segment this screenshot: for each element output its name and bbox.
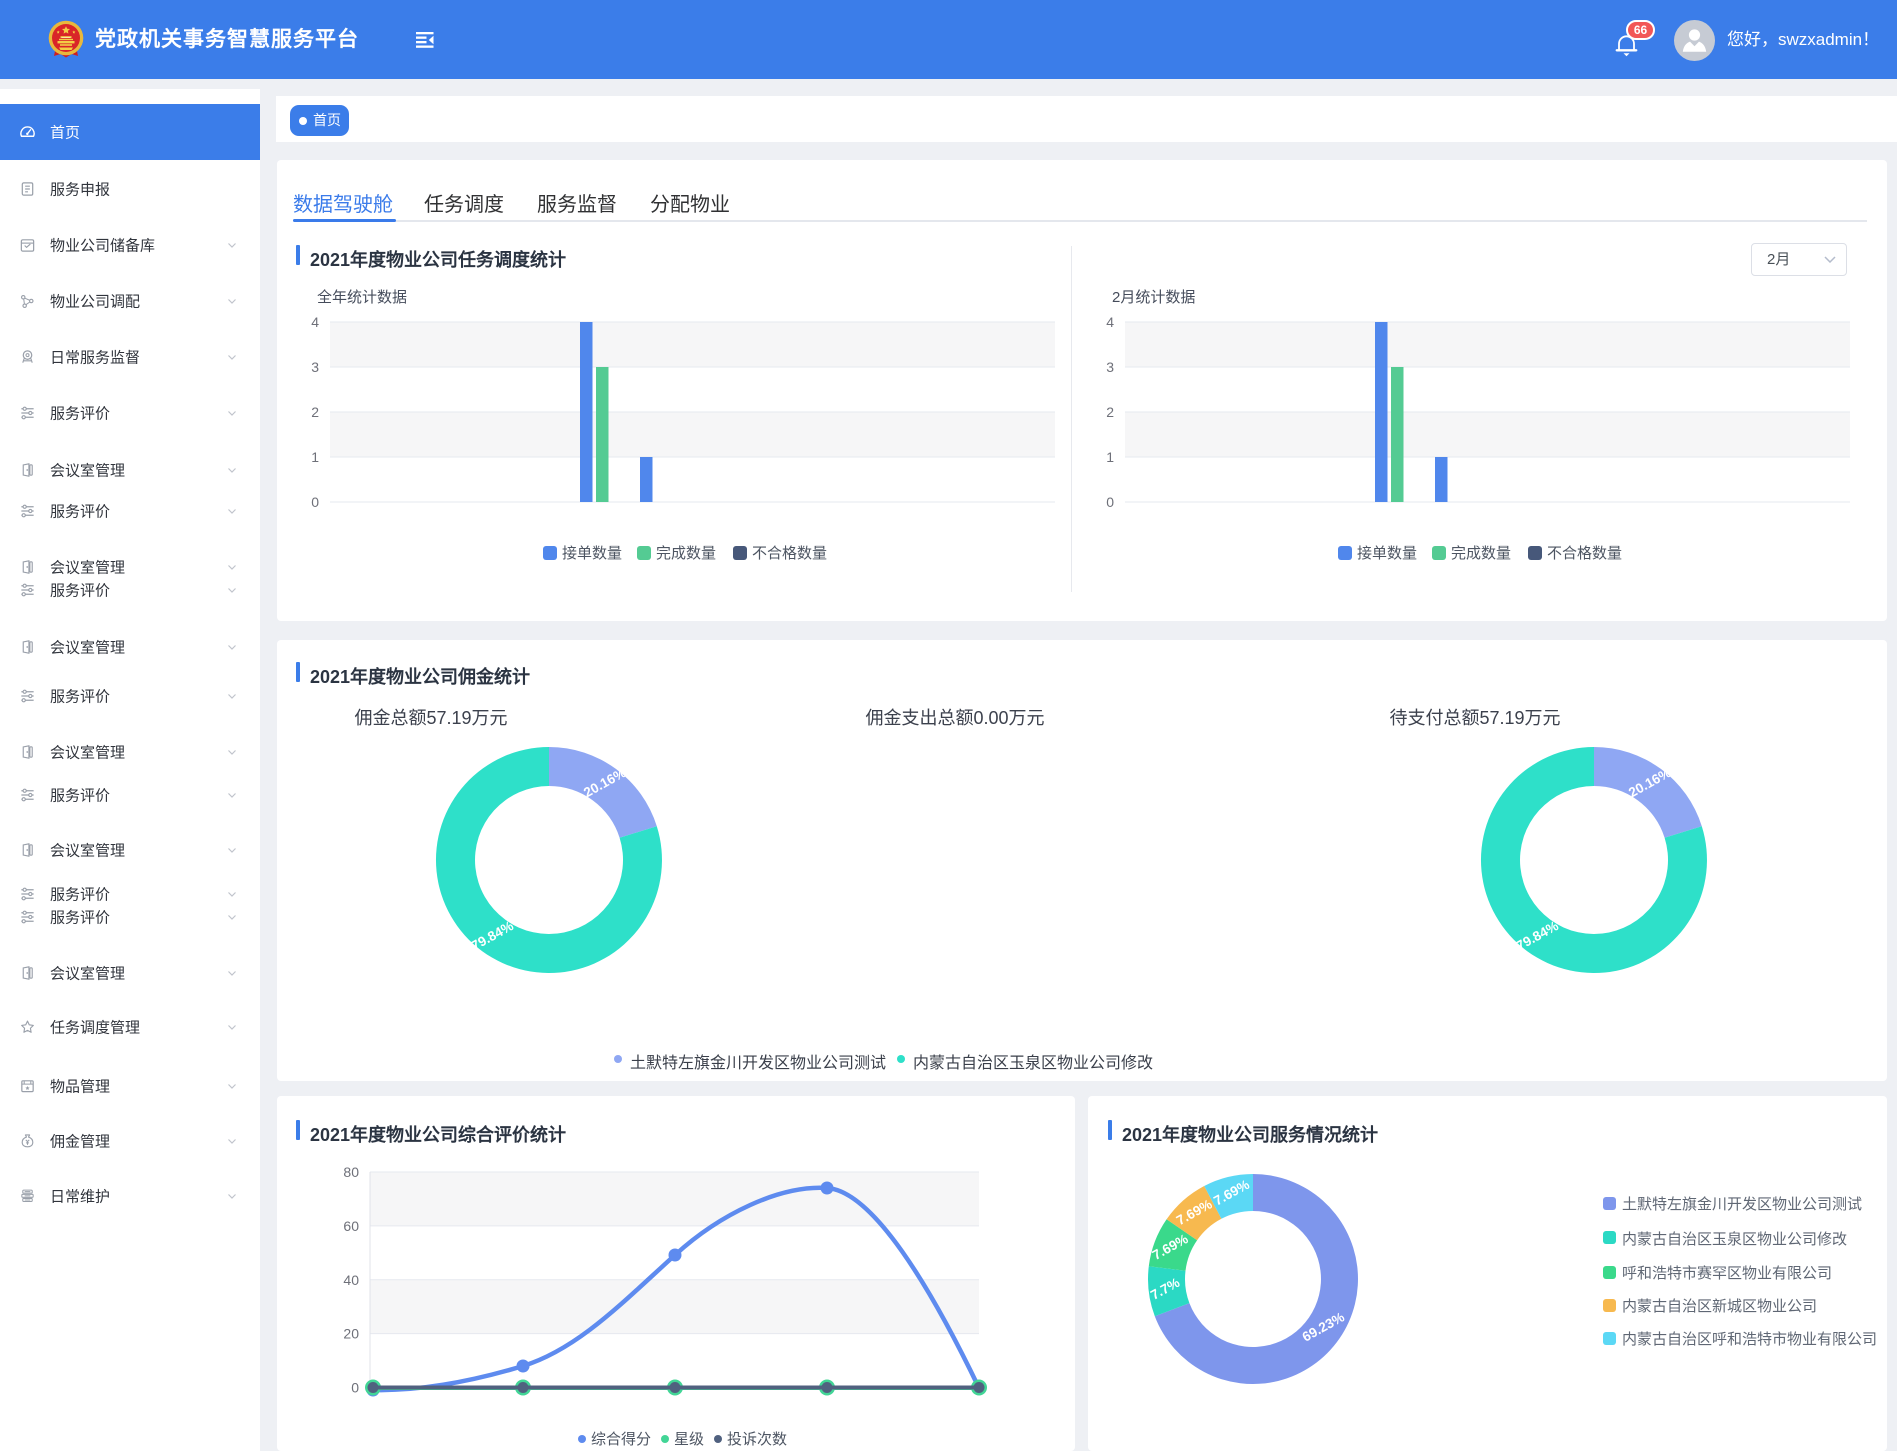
svg-text:完成数量: 完成数量	[1451, 545, 1511, 562]
svg-text:1: 1	[1106, 449, 1114, 465]
svg-text:60: 60	[343, 1218, 359, 1234]
svg-text:不合格数量: 不合格数量	[752, 545, 827, 562]
svg-text:综合得分: 综合得分	[591, 1431, 651, 1448]
svg-text:4: 4	[1106, 315, 1114, 330]
svg-text:4: 4	[311, 315, 319, 330]
svg-text:接单数量: 接单数量	[1357, 545, 1417, 562]
svg-text:0: 0	[311, 494, 319, 510]
svg-text:1: 1	[311, 449, 319, 465]
svg-text:2: 2	[311, 404, 319, 420]
svg-text:0: 0	[351, 1380, 359, 1396]
svg-text:接单数量: 接单数量	[562, 545, 622, 562]
svg-text:投诉次数: 投诉次数	[727, 1431, 787, 1448]
svg-text:不合格数量: 不合格数量	[1547, 545, 1622, 562]
svg-text:2: 2	[1106, 404, 1114, 420]
svg-text:3: 3	[1106, 359, 1114, 375]
svg-text:星级: 星级	[674, 1431, 704, 1448]
svg-text:3: 3	[311, 359, 319, 375]
svg-text:0: 0	[1106, 494, 1114, 510]
svg-text:20: 20	[343, 1326, 359, 1342]
svg-text:80: 80	[343, 1164, 359, 1180]
svg-text:40: 40	[343, 1272, 359, 1288]
svg-text:完成数量: 完成数量	[656, 545, 716, 562]
